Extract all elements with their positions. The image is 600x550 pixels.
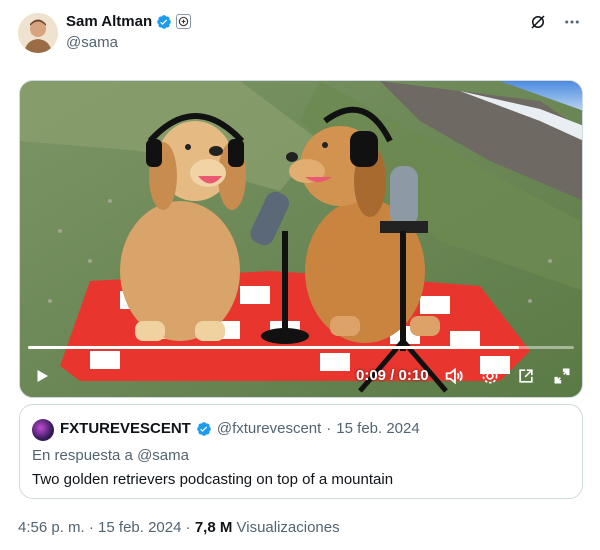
grok-icon[interactable] — [528, 12, 548, 32]
views-count: 7,8 M — [194, 519, 233, 536]
video-player[interactable]: 0:09 / 0:10 — [19, 80, 583, 398]
footer-separator-2: · — [185, 519, 191, 536]
header-actions — [528, 12, 582, 32]
play-icon[interactable] — [28, 361, 56, 391]
author-display-name[interactable]: Sam Altman — [66, 13, 152, 30]
video-controls: 0:09 / 0:10 — [20, 361, 582, 391]
video-frame-image — [20, 81, 582, 397]
verified-badge-icon — [156, 14, 172, 30]
tweet-footer: 4:56 p. m. · 15 feb. 2024 · 7,8 M Visual… — [18, 519, 340, 536]
quoted-author-name[interactable]: FXTUREVESCENT — [60, 420, 191, 437]
video-progress-fill — [28, 346, 520, 349]
popout-icon[interactable] — [512, 361, 540, 391]
views-label: Visualizaciones — [236, 519, 340, 536]
volume-icon[interactable] — [440, 361, 468, 391]
quoted-verified-badge-icon — [196, 421, 212, 437]
post-date[interactable]: 15 feb. 2024 — [98, 519, 181, 536]
video-progress-bar[interactable] — [28, 346, 574, 349]
quoted-author-avatar[interactable] — [32, 419, 54, 441]
quoted-separator: · — [326, 420, 332, 437]
quoted-tweet[interactable]: FXTUREVESCENT @fxturevescent · 15 feb. 2… — [19, 404, 583, 499]
author-handle[interactable]: @sama — [66, 34, 118, 51]
quoted-text: Two golden retrievers podcasting on top … — [32, 471, 394, 488]
post-time[interactable]: 4:56 p. m. — [18, 519, 85, 536]
footer-separator: · — [88, 519, 94, 536]
quoted-author-row: FXTUREVESCENT @fxturevescent · 15 feb. 2… — [60, 420, 420, 437]
author-name-row: Sam Altman — [66, 13, 192, 30]
fullscreen-icon[interactable] — [548, 361, 576, 391]
more-options-icon[interactable] — [562, 12, 582, 32]
quoted-reply-to: En respuesta a @sama — [32, 447, 189, 464]
settings-icon[interactable] — [476, 361, 504, 391]
quoted-date[interactable]: 15 feb. 2024 — [336, 420, 419, 437]
tweet-header: Sam Altman @sama — [18, 10, 584, 56]
video-time: 0:09 / 0:10 — [356, 367, 429, 384]
quoted-author-handle[interactable]: @fxturevescent — [217, 420, 321, 437]
organization-badge-icon[interactable] — [176, 14, 192, 29]
author-avatar[interactable] — [18, 13, 58, 53]
